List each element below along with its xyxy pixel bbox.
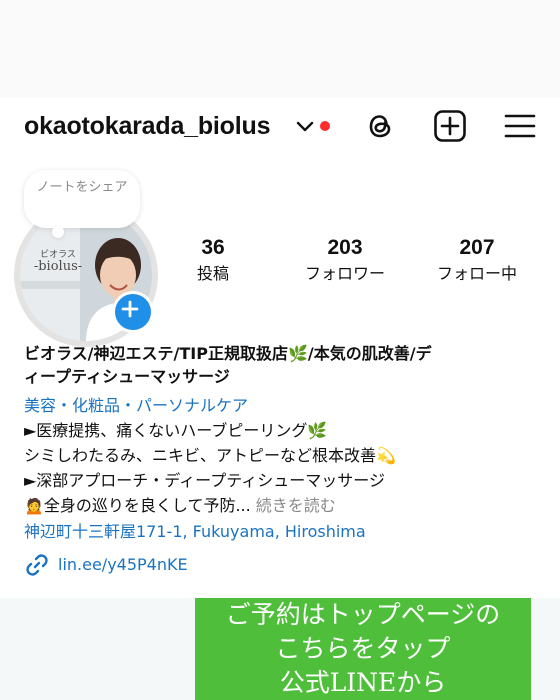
stat-following-value: 207 (459, 236, 495, 259)
profile-address[interactable]: 神辺町十三軒屋171-1, Fukuyama, Hiroshima (24, 521, 544, 542)
status-bar-area (0, 0, 560, 98)
notification-dot (320, 121, 330, 131)
profile-header: okaotokarada_biolus (0, 98, 560, 156)
note-text: ノートをシェア (36, 180, 128, 195)
stat-followers-value: 203 (327, 236, 363, 259)
username[interactable]: okaotokarada_biolus (24, 112, 270, 141)
promo-banner[interactable]: ご予約はトップページの こちらをタップ 公式LINEから (195, 598, 531, 700)
bio-line-2: シミしわたるみ、ニキビ、アトピーなど根本改善💫 (24, 446, 396, 465)
stat-followers[interactable]: 203 フォロワー (289, 236, 401, 285)
add-story-button[interactable] (112, 291, 154, 333)
bio-line-4: 🙍全身の巡りを良くして予防... 続きを読む (24, 495, 544, 516)
banner-line-1: ご予約はトップページの (225, 600, 501, 629)
profile-category: 美容・化粧品・パーソナルケア (24, 396, 249, 415)
profile-name-line-1: ビオラス/神辺エステ/TIP正規取扱店🌿/本気の肌改善/デ (24, 344, 432, 363)
profile-name-line-2: ィープティシューマッサージ (24, 367, 230, 386)
stat-followers-label: フォロワー (304, 264, 385, 283)
stat-following[interactable]: 207 フォロー中 (424, 236, 530, 285)
chevron-down-icon[interactable] (292, 113, 318, 139)
read-more-link[interactable]: 続きを読む (256, 496, 336, 515)
note-bubble[interactable]: ノートをシェア (24, 170, 140, 228)
menu-icon[interactable] (502, 108, 538, 144)
bio-line-3: ►深部アプローチ・ディープティシューマッサージ (24, 471, 385, 490)
stat-posts-value: 36 (201, 236, 225, 259)
bio-line-1: ►医療提携、痛くないハーブピーリング🌿 (24, 421, 328, 440)
bio-line-4-text: 🙍全身の巡りを良くして予防... (24, 496, 251, 515)
avatar-sign: ビオラス -biolus- (33, 250, 83, 274)
threads-icon[interactable] (362, 108, 398, 144)
banner-line-2: こちらをタップ (275, 634, 451, 663)
add-post-icon[interactable] (432, 108, 468, 144)
link-icon (26, 554, 48, 576)
stat-posts[interactable]: 36 投稿 (180, 236, 246, 285)
stat-posts-label: 投稿 (196, 264, 229, 283)
profile-link-text: lin.ee/y45P4nKE (58, 555, 188, 574)
stat-following-label: フォロー中 (436, 264, 517, 283)
note-bubble-tail (52, 226, 64, 238)
plus-icon (121, 300, 139, 318)
banner-line-3: 公式LINEから (279, 668, 447, 697)
